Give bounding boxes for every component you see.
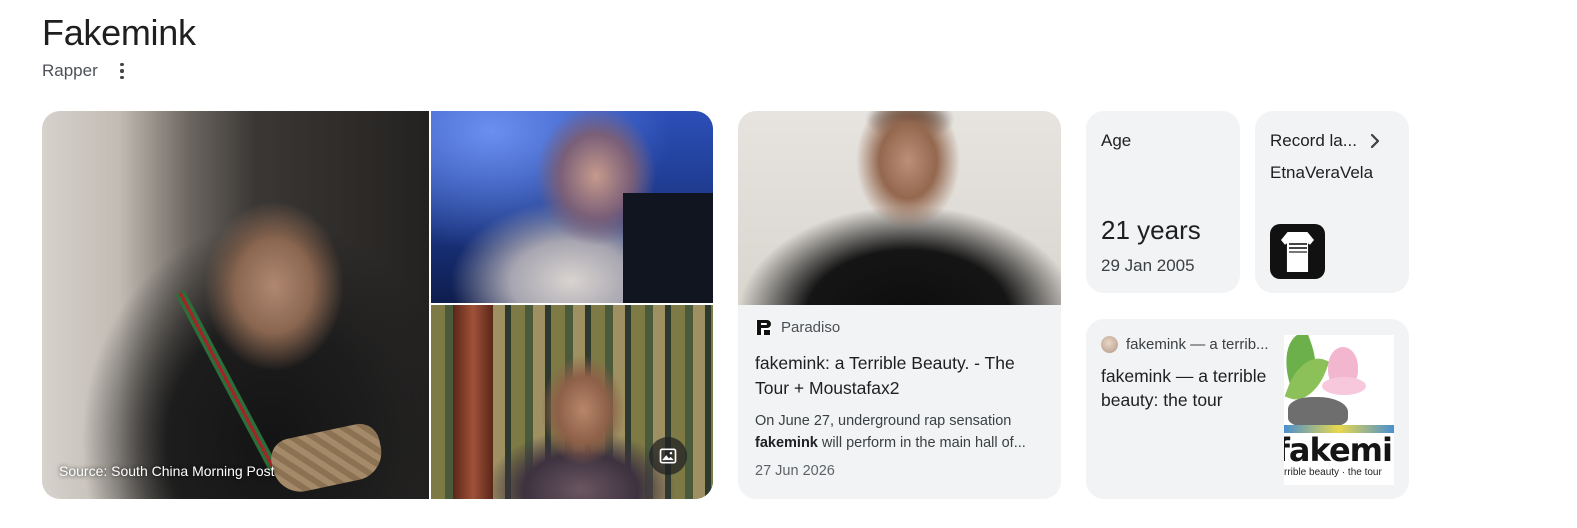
record-label-header: Record la... — [1270, 131, 1381, 151]
image-mosaic[interactable]: Source: South China Morning Post — [42, 111, 713, 499]
tshirt-shape — [1281, 232, 1314, 272]
article-card[interactable]: Paradiso fakemink: a Terrible Beauty. - … — [738, 111, 1061, 499]
article-body: Paradiso fakemink: a Terrible Beauty. - … — [755, 319, 1045, 454]
age-value: 21 years — [1101, 215, 1201, 245]
article-title[interactable]: fakemink: a Terrible Beauty. - The Tour … — [755, 351, 1045, 401]
image-gallery-button[interactable] — [649, 437, 687, 475]
tshirt-print — [1289, 243, 1307, 245]
poster-brand-text: fakemink — [1284, 431, 1394, 469]
link-source: fakemink — a terrib... — [1126, 336, 1269, 353]
tutu-shape — [1322, 377, 1366, 395]
age-label: Age — [1101, 131, 1132, 150]
main-photo[interactable]: Source: South China Morning Post — [42, 111, 429, 499]
age-card[interactable]: Age 21 years 29 Jan 2005 — [1086, 111, 1240, 293]
snippet-suffix: will perform in the main hall of... — [817, 435, 1026, 451]
subtitle: Rapper — [42, 61, 98, 80]
snippet-bold: fakemink — [755, 435, 818, 451]
belt-bag — [267, 420, 387, 497]
chevron-right-icon — [1370, 133, 1380, 149]
rhino-shape — [1288, 397, 1348, 427]
article-snippet: On June 27, underground rap sensation fa… — [755, 410, 1045, 454]
publisher-row: Paradiso — [755, 319, 1045, 336]
article-image — [738, 111, 1061, 305]
birth-date: 29 Jan 2005 — [1101, 256, 1195, 275]
portrait-photo[interactable] — [431, 305, 713, 499]
link-title[interactable]: fakemink — a terrible beauty: the tour — [1101, 364, 1281, 412]
subtitle-row: Rapper — [42, 60, 132, 82]
record-label-card[interactable]: Record la... EtnaVeraVela — [1255, 111, 1409, 293]
paradiso-logo-icon — [756, 320, 771, 335]
snippet-prefix: On June 27, underground rap sensation — [755, 413, 1012, 429]
pillar-shape — [453, 305, 493, 499]
image-icon — [659, 448, 677, 464]
record-label-label: Record la... — [1270, 131, 1357, 150]
record-label-thumbnail[interactable] — [1270, 224, 1325, 279]
poster-tagline: rrible beauty · the tour — [1284, 467, 1382, 478]
article-date: 27 Jun 2026 — [755, 463, 835, 479]
page-title: Fakemink — [42, 12, 196, 53]
record-label-value: EtnaVeraVela — [1270, 163, 1374, 182]
publisher-name: Paradiso — [781, 319, 841, 336]
image-source-caption: Source: South China Morning Post — [59, 463, 275, 479]
speaker-shape — [623, 193, 713, 303]
more-options-icon[interactable] — [112, 60, 132, 82]
concert-photo[interactable] — [431, 111, 713, 303]
bag-strap — [175, 290, 279, 472]
source-favicon-icon — [1101, 336, 1118, 353]
link-card[interactable]: fakemink — a terrib... fakemink — a terr… — [1086, 319, 1409, 499]
tour-poster-image: fakemink rrible beauty · the tour — [1284, 335, 1394, 485]
link-source-row: fakemink — a terrib... — [1101, 336, 1269, 353]
